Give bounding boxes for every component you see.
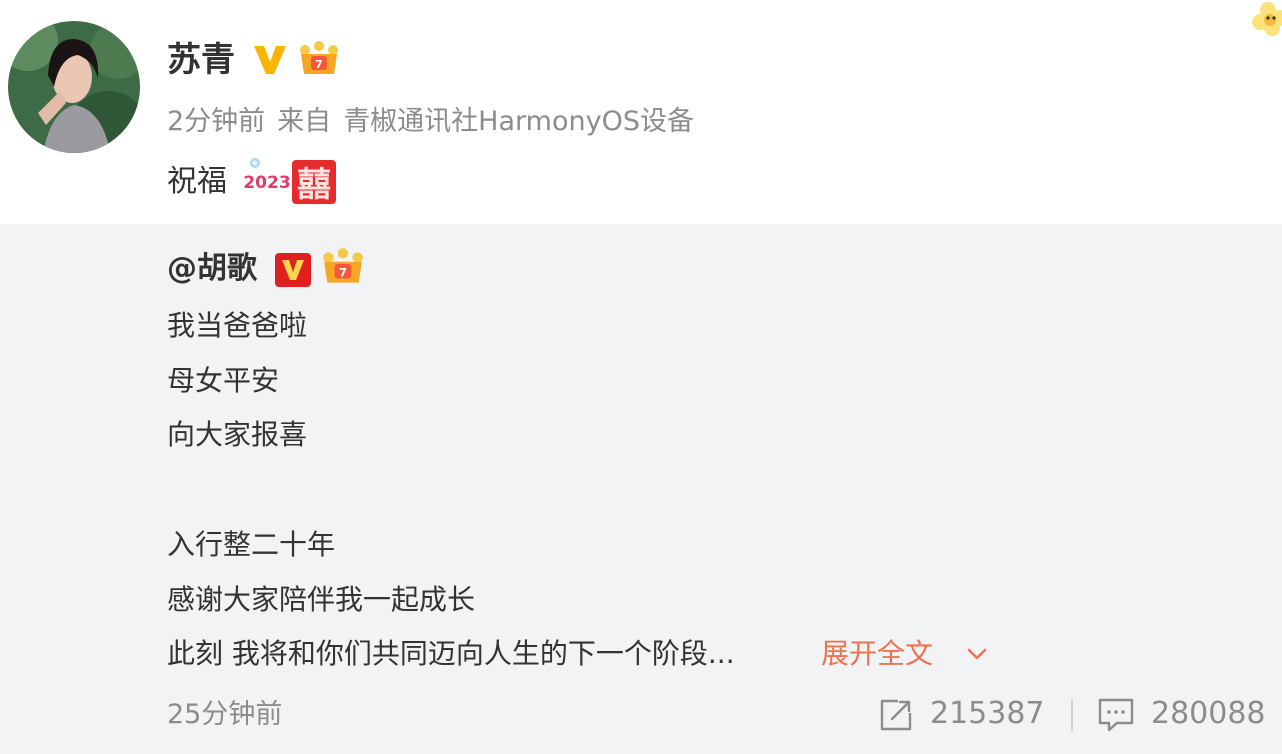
post-from-label: 来自 (277, 106, 332, 137)
repost-author-mention[interactable]: @胡歌 (167, 246, 257, 292)
repost-line: 此刻 我将和你们共同迈向人生的下一个阶段... (167, 637, 735, 670)
verified-red-icon (275, 253, 311, 287)
badge-year-text: 2023 (243, 173, 290, 193)
expand-full-text-link[interactable]: 展开全文 (821, 634, 933, 674)
repost-line: 感谢大家陪伴我一起成长 (167, 583, 476, 616)
post-text: 祝福 (167, 164, 227, 199)
repost-icon[interactable] (878, 697, 914, 733)
post-device[interactable]: 青椒通讯社HarmonyOS设备 (343, 106, 694, 137)
double-happiness-glyph: 囍 (297, 165, 331, 205)
svg-text:7: 7 (315, 58, 323, 71)
post-meta: 2分钟前 来自 青椒通讯社HarmonyOS设备 (167, 102, 706, 142)
repost-count[interactable]: 215387 (930, 694, 1045, 734)
chevron-down-icon[interactable] (965, 645, 989, 663)
crown-badge-icon: 7 (300, 41, 338, 74)
comment-icon[interactable] (1097, 697, 1135, 733)
repost-line: 向大家报喜 (167, 418, 308, 451)
verified-gold-icon (254, 46, 286, 74)
username[interactable]: 苏青 (167, 36, 235, 84)
avatar[interactable] (8, 21, 140, 153)
post-time: 2分钟前 (167, 106, 266, 137)
repost-line: 母女平安 (167, 364, 280, 397)
svg-text:7: 7 (339, 265, 347, 279)
repost-line: 我当爸爸啦 (167, 309, 308, 342)
repost-line: 入行整二十年 (167, 528, 336, 561)
repost-time[interactable]: 25分钟前 (167, 695, 282, 735)
flower-decoration-icon (1252, 2, 1282, 36)
crown-badge-icon: 7 (323, 248, 363, 283)
year-2023-badge: 2023 (243, 158, 291, 193)
comment-count[interactable]: 280088 (1151, 694, 1266, 734)
repost-card[interactable] (0, 224, 1282, 754)
action-divider (1071, 699, 1073, 731)
double-happiness-emoji: 囍 (290, 158, 338, 206)
